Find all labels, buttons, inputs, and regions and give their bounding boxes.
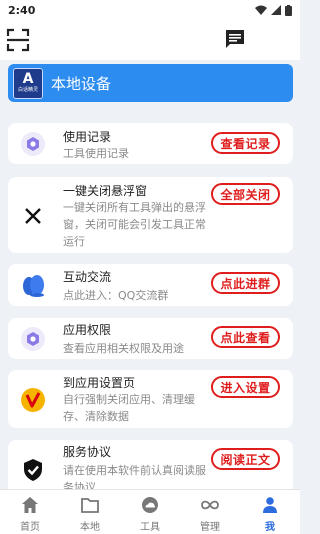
nav-local[interactable]: 本地: [60, 490, 120, 534]
card-title: 应用权限: [63, 323, 112, 337]
card-title: 使用记录: [63, 130, 112, 144]
banner-title: 本地设备: [51, 74, 112, 93]
card-title: 一键关闭悬浮窗: [63, 184, 148, 198]
infinity-icon: [201, 500, 219, 510]
top-bar: [0, 20, 300, 60]
hexagon-gear-icon: [21, 132, 45, 156]
nav-tools[interactable]: 工具: [120, 490, 180, 534]
card-title: 到应用设置页: [63, 376, 136, 390]
wifi-icon: [255, 5, 267, 15]
card-desc: 点此进入：QQ交流群: [63, 289, 169, 302]
card-usage-records: 使用记录 工具使用记录 查看记录: [8, 123, 293, 164]
hexagon-gear-icon: [21, 327, 45, 351]
card-app-permissions: 应用权限 查看应用相关权限及用途 点此查看: [8, 318, 293, 359]
bottom-nav: 首页 本地 工具 管理 我: [0, 489, 300, 534]
nav-label: 本地: [80, 522, 100, 533]
person-icon: [263, 497, 277, 513]
home-icon: [22, 497, 38, 513]
nav-label: 首页: [20, 522, 40, 533]
nav-label: 管理: [200, 522, 220, 533]
system-icons: [255, 4, 292, 16]
join-group-button[interactable]: 点此进群: [211, 272, 280, 294]
battery-icon: [285, 4, 292, 16]
enter-settings-button[interactable]: 进入设置: [211, 376, 280, 398]
nav-manage[interactable]: 管理: [180, 490, 240, 534]
scan-icon[interactable]: [6, 28, 30, 52]
logo-caption: 白话精灵: [17, 87, 38, 93]
card-desc: 工具使用记录: [63, 147, 129, 160]
card-close-floating: 一键关闭悬浮窗 一键关闭所有工具弹出的悬浮窗，关闭可能会引发工具正常运行 全部关…: [8, 177, 293, 253]
card-desc: 自行强制关闭应用、清理缓存、清除数据: [63, 393, 195, 423]
view-permissions-button[interactable]: 点此查看: [211, 326, 280, 348]
read-agreement-button[interactable]: 阅读正文: [211, 448, 280, 470]
qq-penguin-icon: [23, 275, 44, 297]
nav-me[interactable]: 我: [240, 490, 300, 534]
nav-home[interactable]: 首页: [0, 490, 60, 534]
card-desc: 一键关闭所有工具弹出的悬浮窗，关闭可能会引发工具正常运行: [63, 201, 206, 248]
card-title: 互动交流: [63, 270, 112, 284]
close-all-button[interactable]: 全部关闭: [211, 183, 280, 205]
app-logo: A 白话精灵: [13, 67, 43, 99]
message-icon[interactable]: [224, 28, 246, 50]
card-app-settings: 到应用设置页 自行强制关闭应用、清理缓存、清除数据 进入设置: [8, 370, 293, 428]
local-device-banner: A 白话精灵 本地设备: [8, 64, 293, 102]
view-records-button[interactable]: 查看记录: [211, 132, 280, 154]
cloud-icon: [142, 497, 158, 513]
logo-letter: A: [22, 71, 34, 87]
signal-icon: [271, 5, 281, 15]
nav-label: 我: [265, 522, 275, 533]
card-title: 服务协议: [63, 445, 112, 459]
nav-label: 工具: [140, 522, 160, 533]
card-desc: 查看应用相关权限及用途: [63, 342, 184, 355]
v-badge-icon: [21, 388, 45, 412]
close-x-icon: [25, 208, 41, 224]
card-interaction: 互动交流 点此进入：QQ交流群 点此进群: [8, 264, 293, 306]
shield-check-icon: [24, 459, 42, 481]
folder-icon: [81, 498, 99, 513]
status-time: 2:40: [8, 3, 36, 17]
status-bar: 2:40: [0, 0, 300, 20]
